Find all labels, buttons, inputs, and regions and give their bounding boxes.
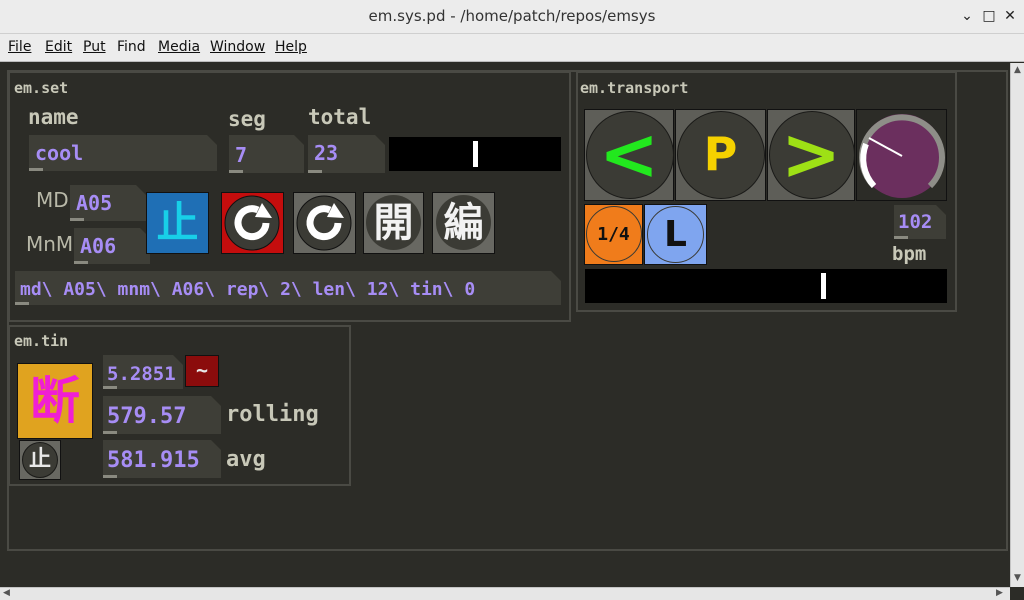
total-label: total (308, 105, 372, 129)
name-label: name (28, 105, 79, 129)
transport-progress-slider[interactable] (585, 269, 947, 303)
tin-value-number[interactable]: 5.2851 (103, 355, 183, 389)
play-button[interactable]: P (675, 109, 766, 201)
bpm-number[interactable]: 102 (894, 205, 946, 239)
menu-put[interactable]: Put (83, 39, 106, 55)
patch-canvas[interactable]: em.set name cool seg 7 total 23 MD A05 M… (0, 63, 1010, 587)
minimize-icon[interactable]: ⌄ (958, 7, 976, 25)
em-tin-title: em.tin (14, 332, 69, 350)
name-field[interactable]: cool (29, 135, 217, 171)
division-button[interactable]: 1/4 (584, 204, 643, 265)
menu-edit[interactable]: Edit (45, 39, 72, 55)
small-stop-button[interactable]: 止 (19, 440, 61, 480)
menu-window[interactable]: Window (210, 39, 265, 55)
tilde-message[interactable]: ~ (185, 355, 219, 387)
scroll-down-icon[interactable]: ▼ (1014, 573, 1021, 583)
stop-button[interactable]: 止 (146, 192, 209, 254)
settings-message[interactable]: md\ A05\ mnm\ A06\ rep\ 2\ len\ 12\ tin\… (15, 271, 561, 305)
break-button[interactable]: 断 (17, 363, 93, 439)
seg-label: seg (228, 107, 266, 131)
reload-button[interactable] (221, 192, 284, 254)
menu-media[interactable]: Media (158, 39, 200, 55)
horizontal-scrollbar[interactable]: ◀ ▶ (0, 587, 1010, 600)
tempo-knob[interactable] (856, 109, 947, 201)
title-bar: em.sys.pd - /home/patch/repos/emsys ⌄ □ … (0, 0, 1024, 34)
window-title: em.sys.pd - /home/patch/repos/emsys (368, 7, 656, 25)
menu-find[interactable]: Find (117, 39, 146, 55)
close-icon[interactable]: ✕ (1001, 7, 1019, 25)
reload-icon (224, 195, 280, 251)
loop-button[interactable]: L (644, 204, 707, 265)
em-transport-title: em.transport (580, 79, 689, 97)
slider-knob[interactable] (473, 141, 478, 167)
reload-alt-button[interactable] (293, 192, 356, 254)
menu-help[interactable]: Help (275, 39, 307, 55)
edit-button[interactable]: 編 (432, 192, 495, 254)
avg-number[interactable]: 581.915 (103, 440, 221, 478)
total-number[interactable]: 23 (308, 135, 385, 173)
reload-alt-icon (296, 195, 352, 251)
slider-knob[interactable] (821, 273, 826, 299)
prev-button[interactable]: < (584, 109, 674, 201)
vertical-scrollbar[interactable]: ▲ ▼ (1010, 63, 1024, 587)
scroll-up-icon[interactable]: ▲ (1014, 65, 1021, 75)
md-label: MD (36, 188, 69, 212)
menu-file[interactable]: File (8, 39, 31, 55)
mnm-symbol[interactable]: A06 (74, 228, 150, 264)
menu-bar: File Edit Put Find Media Window Help (0, 34, 1024, 62)
md-symbol[interactable]: A05 (70, 185, 146, 221)
avg-label: avg (226, 447, 266, 472)
open-button[interactable]: 開 (363, 192, 424, 254)
maximize-icon[interactable]: □ (980, 7, 998, 25)
rolling-number[interactable]: 579.57 (103, 396, 221, 434)
rolling-label: rolling (226, 402, 319, 427)
seg-number[interactable]: 7 (229, 135, 304, 173)
mnm-label: MnM (26, 232, 74, 256)
scroll-right-icon[interactable]: ▶ (996, 588, 1003, 598)
em-set-title: em.set (14, 79, 69, 97)
segment-progress-slider[interactable] (389, 137, 561, 171)
scroll-left-icon[interactable]: ◀ (3, 588, 10, 598)
next-button[interactable]: > (767, 109, 855, 201)
bpm-label: bpm (892, 243, 927, 265)
